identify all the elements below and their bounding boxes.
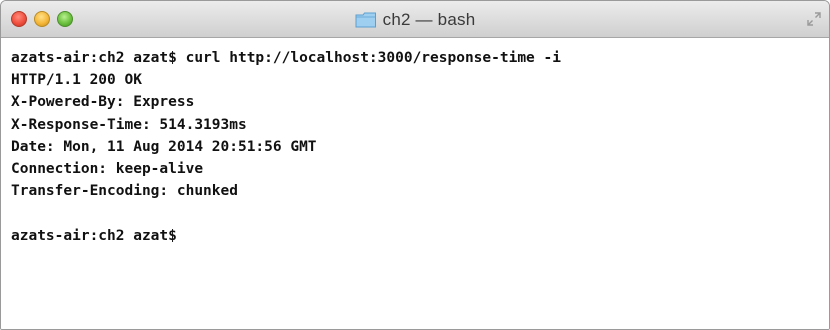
terminal-line-header: Connection: keep-alive	[11, 160, 204, 177]
terminal-line-status: HTTP/1.1 200 OK	[11, 72, 142, 89]
title-bar[interactable]: ch2 — bash	[1, 1, 829, 38]
terminal-line-header: Date: Mon, 11 Aug 2014 20:51:56 GMT	[11, 138, 317, 155]
terminal-output[interactable]: azats-air:ch2 azat$ curl http://localhos…	[1, 39, 829, 329]
terminal-line-header: X-Response-Time: 514.3193ms	[11, 116, 247, 133]
window-title-group: ch2 — bash	[1, 1, 829, 38]
window-title: ch2 — bash	[382, 9, 476, 29]
terminal-line-header: Transfer-Encoding: chunked	[11, 183, 238, 200]
terminal-window: ch2 — bash azats-air:ch2 azat$ curl http…	[0, 0, 830, 330]
fullscreen-arrows-icon[interactable]	[807, 12, 821, 26]
terminal-prompt[interactable]: azats-air:ch2 azat$	[11, 225, 829, 247]
terminal-line-header: X-Powered-By: Express	[11, 94, 195, 111]
terminal-line-command: azats-air:ch2 azat$ curl http://localhos…	[11, 50, 561, 66]
folder-icon	[355, 12, 377, 28]
